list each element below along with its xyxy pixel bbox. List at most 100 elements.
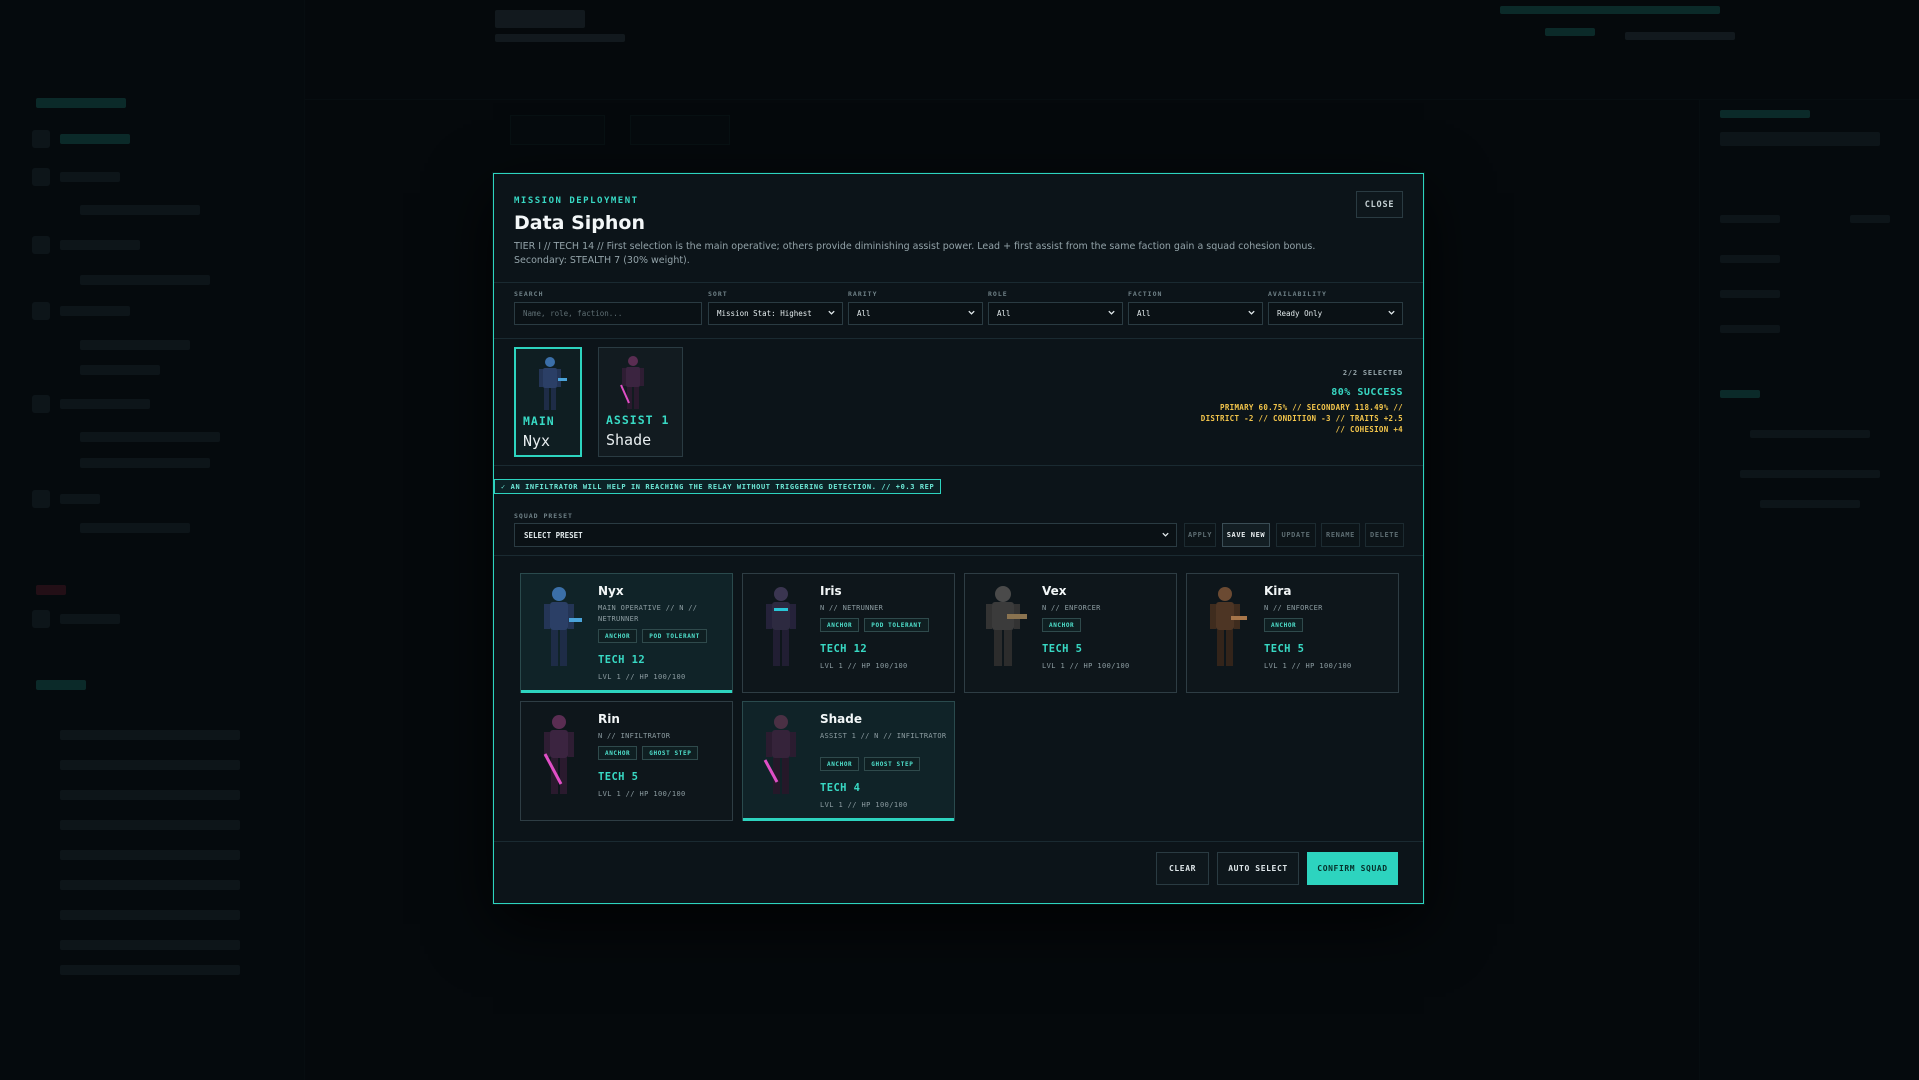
sort-select[interactable]: Mission Stat: Highest [708,302,843,325]
bg-sidebar [0,0,305,1080]
operative-role: N // ENFORCER [1264,604,1323,612]
selection-count: 2/2 SELECTED [1342,369,1403,377]
divider [494,282,1423,283]
chevron-down-icon [1388,310,1395,315]
operative-card[interactable]: Nyx MAIN OPERATIVE // N // NETRUNNER ANC… [520,573,733,693]
trait-tag: ANCHOR [598,746,638,760]
trait-tags: ANCHOR [1042,618,1082,632]
faction-value: All [1137,309,1151,318]
rarity-value: All [857,309,871,318]
selected-slot-assist-1[interactable]: ASSIST 1 Shade [598,347,683,457]
role-select[interactable]: All [988,302,1123,325]
chevron-down-icon [968,310,975,315]
close-button[interactable]: CLOSE [1356,191,1403,218]
operative-stat: TECH 4 [820,782,861,794]
confirm-squad-button[interactable]: CONFIRM SQUAD [1307,852,1398,885]
role-filter: ROLE All [988,290,1123,325]
rename-preset-button[interactable]: RENAME [1321,523,1360,547]
rarity-label: RARITY [848,290,878,298]
slot-name: Nyx [523,432,551,450]
bg-header [305,0,1919,100]
operative-name: Rin [598,712,620,726]
trait-tags: ANCHOR POD TOLERANT [598,629,707,643]
divider [494,465,1423,466]
trait-tag: POD TOLERANT [864,618,929,632]
search-label: SEARCH [514,290,544,298]
operative-card[interactable]: Vex N // ENFORCER ANCHOR TECH 5 LVL 1 //… [964,573,1177,693]
operative-stat: TECH 5 [1042,643,1083,655]
operative-portrait [543,715,574,794]
operative-role: ASSIST 1 // N // INFILTRATOR [820,732,947,740]
operative-portrait [986,586,1027,666]
chevron-down-icon [828,310,835,315]
operative-portrait [766,587,796,666]
trait-tags: ANCHOR GHOST STEP [598,746,699,760]
preset-select[interactable]: SELECT PRESET [514,523,1177,547]
slot-name: Shade [606,431,652,449]
operative-meta: LVL 1 // HP 100/100 [598,673,686,681]
faction-filter: FACTION All [1128,290,1263,325]
update-preset-button[interactable]: UPDATE [1276,523,1316,547]
operative-name: Kira [1264,584,1292,598]
trait-tag: GHOST STEP [642,746,699,760]
trait-tag: ANCHOR [820,757,860,771]
rarity-filter: RARITY All [848,290,983,325]
availability-value: Ready Only [1277,309,1323,318]
trait-tag: ANCHOR [820,618,860,632]
selected-slot-main[interactable]: MAIN Nyx [514,347,582,457]
divider [494,555,1423,556]
delete-preset-button[interactable]: DELETE [1365,523,1404,547]
rarity-select[interactable]: All [848,302,983,325]
availability-select[interactable]: Ready Only [1268,302,1403,325]
modal-eyebrow: MISSION DEPLOYMENT [514,196,639,206]
divider [494,338,1423,339]
operative-meta: LVL 1 // HP 100/100 [820,801,908,809]
clear-button[interactable]: CLEAR [1156,852,1209,885]
search-filter: SEARCH Name, role, faction... [514,290,702,325]
operative-card[interactable]: Kira N // ENFORCER ANCHOR TECH 5 LVL 1 /… [1186,573,1399,693]
faction-select[interactable]: All [1128,302,1263,325]
sort-value: Mission Stat: Highest [717,309,812,318]
operative-card[interactable]: Shade ASSIST 1 // N // INFILTRATOR ANCHO… [742,701,955,821]
operative-meta: LVL 1 // HP 100/100 [1042,662,1130,670]
operative-role: N // INFILTRATOR [598,732,671,740]
trait-tag: GHOST STEP [864,757,921,771]
auto-select-button[interactable]: AUTO SELECT [1217,852,1299,885]
slot-role: MAIN [523,414,555,428]
operative-stat: TECH 5 [1264,643,1305,655]
operative-name: Nyx [598,584,624,598]
success-chance: 80% SUCCESS [1331,387,1403,398]
operative-card[interactable]: Iris N // NETRUNNER ANCHOR POD TOLERANT … [742,573,955,693]
preset-value: SELECT PRESET [524,530,583,540]
divider [494,841,1423,842]
search-input[interactable]: Name, role, faction... [514,302,702,325]
operative-role: N // NETRUNNER [820,604,884,612]
apply-preset-button[interactable]: APPLY [1184,523,1216,547]
faction-label: FACTION [1128,290,1163,298]
mission-deployment-modal: MISSION DEPLOYMENT Data Siphon TIER I //… [493,173,1424,904]
operative-role: N // ENFORCER [1042,604,1101,612]
availability-label: AVAILABILITY [1268,290,1327,298]
chevron-down-icon [1162,532,1169,537]
operative-meta: LVL 1 // HP 100/100 [1264,662,1352,670]
role-label: ROLE [988,290,1008,298]
operative-portrait [763,715,796,794]
chevron-down-icon [1108,310,1115,315]
operative-meta: LVL 1 // HP 100/100 [820,662,908,670]
trait-tag: POD TOLERANT [642,629,707,643]
save-new-preset-button[interactable]: SAVE NEW [1222,523,1270,547]
trait-tags: ANCHOR [1264,618,1304,632]
operative-name: Shade [820,712,863,726]
mission-title: Data Siphon [514,212,646,234]
slot-role: ASSIST 1 [606,413,670,427]
chevron-down-icon [1248,310,1255,315]
trait-tag: ANCHOR [1264,618,1304,632]
trait-tag: ANCHOR [598,629,638,643]
operative-card[interactable]: Rin N // INFILTRATOR ANCHOR GHOST STEP T… [520,701,733,821]
mission-hint-banner: ✓ AN INFILTRATOR WILL HELP IN REACHING T… [494,479,942,494]
sort-label: SORT [708,290,728,298]
operative-portrait [544,587,582,666]
operative-portrait [1210,587,1247,666]
operative-role: MAIN OPERATIVE // N // NETRUNNER [598,604,698,623]
sort-filter: SORT Mission Stat: Highest [708,290,843,325]
